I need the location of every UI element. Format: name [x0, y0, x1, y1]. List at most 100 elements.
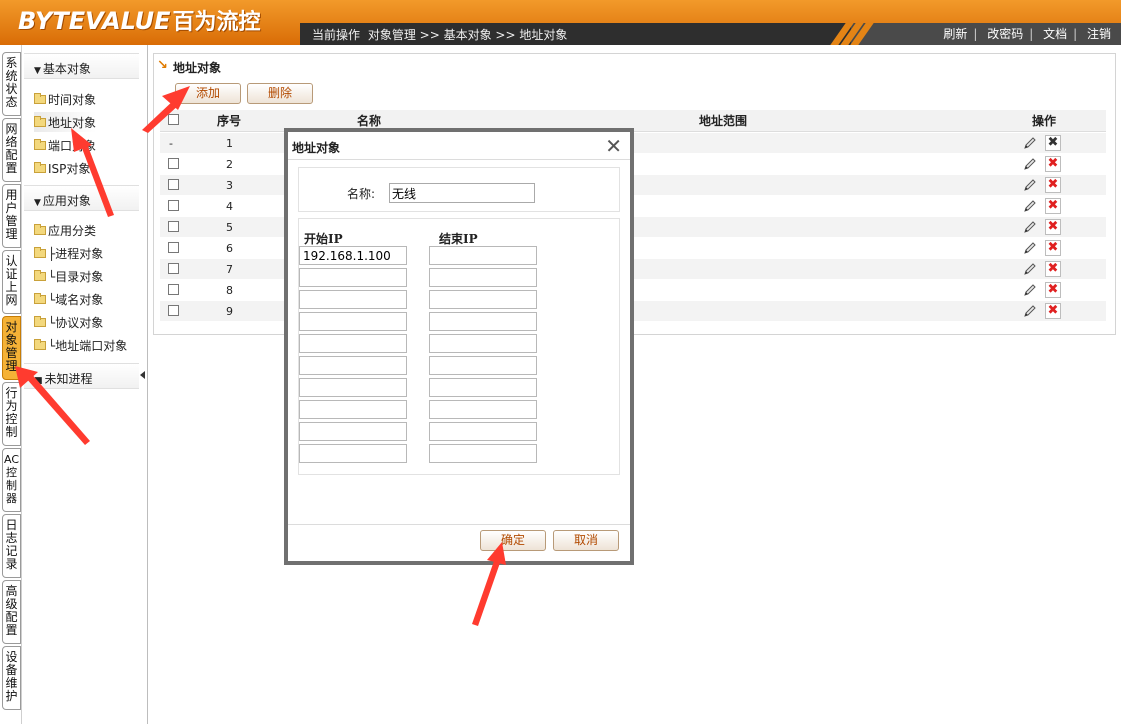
start-ip-input[interactable]	[299, 444, 407, 463]
tab-log-records[interactable]: 日志记录	[2, 514, 21, 578]
select-all-checkbox[interactable]	[168, 114, 179, 125]
tab-behavior-control[interactable]: 行为控制	[2, 382, 21, 446]
tree-item-app-category[interactable]: 应用分类	[34, 220, 96, 240]
delete-x-icon[interactable]: ✖	[1045, 240, 1061, 256]
edit-pencil-icon[interactable]	[1023, 283, 1037, 297]
tab-auth-internet[interactable]: 认证上网	[2, 250, 21, 314]
end-ip-input[interactable]	[429, 400, 537, 419]
breadcrumb-path: 对象管理 >> 基本对象 >> 地址对象	[367, 28, 568, 42]
change-password-link[interactable]: 改密码	[987, 27, 1023, 41]
edit-pencil-icon[interactable]	[1023, 136, 1037, 150]
edit-pencil-icon[interactable]	[1023, 241, 1037, 255]
delete-x-icon[interactable]: ✖	[1045, 219, 1061, 235]
close-icon[interactable]: ✕	[605, 136, 622, 156]
edit-pencil-icon[interactable]	[1023, 199, 1037, 213]
bullet-square-icon: ■	[34, 376, 43, 386]
collapse-arrow-icon[interactable]	[140, 371, 145, 379]
row-index: 4	[226, 200, 233, 213]
tree-section-label: 未知进程	[44, 372, 93, 386]
start-ip-input[interactable]	[299, 334, 407, 353]
tree-item-directory-object[interactable]: └目录对象	[34, 266, 103, 286]
column-operations: 操作	[1032, 114, 1057, 128]
top-links: 刷新 | 改密码 | 文档 | 注销	[943, 27, 1111, 41]
row-checkbox[interactable]	[168, 179, 179, 190]
tree-item-address-object[interactable]: 地址对象	[34, 112, 97, 132]
name-input[interactable]	[389, 183, 535, 203]
row-checkbox[interactable]	[168, 242, 179, 253]
docs-link[interactable]: 文档	[1043, 27, 1067, 41]
delete-button[interactable]: 删除	[247, 83, 313, 104]
end-ip-input[interactable]	[429, 378, 537, 397]
edit-pencil-icon[interactable]	[1023, 178, 1037, 192]
folder-icon	[34, 246, 46, 258]
delete-x-icon[interactable]: ✖	[1045, 261, 1061, 277]
row-dash: -	[169, 137, 173, 150]
row-checkbox[interactable]	[168, 158, 179, 169]
tab-user-management[interactable]: 用户管理	[2, 184, 21, 248]
end-ip-input[interactable]	[429, 422, 537, 441]
end-ip-input[interactable]	[429, 334, 537, 353]
delete-x-icon[interactable]: ✖	[1045, 303, 1061, 319]
tree-item-address-port-object[interactable]: └地址端口对象	[34, 335, 127, 355]
row-checkbox[interactable]	[168, 284, 179, 295]
edit-pencil-icon[interactable]	[1023, 220, 1037, 234]
delete-x-icon[interactable]: ✖	[1045, 156, 1061, 172]
start-ip-input[interactable]	[299, 312, 407, 331]
tree-item-time-object[interactable]: 时间对象	[34, 89, 96, 109]
column-index: 序号	[217, 114, 242, 128]
tree-section-basic[interactable]: ▼ 基本对象	[24, 53, 139, 79]
delete-x-icon[interactable]: ✖	[1045, 282, 1061, 298]
dialog-footer-divider	[288, 524, 630, 525]
cancel-button[interactable]: 取消	[553, 530, 619, 551]
tree-item-port-object[interactable]: 端口对象	[34, 135, 96, 155]
logout-link[interactable]: 注销	[1087, 27, 1111, 41]
confirm-button[interactable]: 确定	[480, 530, 546, 551]
tree-section-unknown-process[interactable]: ■ 未知进程	[24, 363, 139, 389]
start-ip-input[interactable]	[299, 378, 407, 397]
row-index: 3	[226, 179, 233, 192]
start-ip-input[interactable]	[299, 246, 407, 265]
end-ip-input[interactable]	[429, 444, 537, 463]
tree-item-domain-object[interactable]: └域名对象	[34, 289, 103, 309]
tree-item-process-object[interactable]: ├进程对象	[34, 243, 103, 263]
edit-pencil-icon[interactable]	[1023, 304, 1037, 318]
folder-icon	[34, 315, 46, 327]
row-index: 7	[226, 263, 233, 276]
tree-section-app[interactable]: ▼ 应用对象	[24, 185, 139, 211]
add-button[interactable]: 添加	[175, 83, 241, 104]
tree-section-label: 应用对象	[42, 194, 91, 208]
edit-pencil-icon[interactable]	[1023, 262, 1037, 276]
delete-x-icon[interactable]: ✖	[1045, 198, 1061, 214]
row-index: 6	[226, 242, 233, 255]
row-checkbox[interactable]	[168, 263, 179, 274]
name-section: 名称:	[298, 167, 620, 212]
row-checkbox[interactable]	[168, 305, 179, 316]
start-ip-input[interactable]	[299, 400, 407, 419]
ip-range-section: 开始IP 结束IP	[298, 218, 620, 475]
tree-item-protocol-object[interactable]: └协议对象	[34, 312, 103, 332]
end-ip-input[interactable]	[429, 246, 537, 265]
row-checkbox[interactable]	[168, 221, 179, 232]
end-ip-input[interactable]	[429, 312, 537, 331]
edit-pencil-icon[interactable]	[1023, 157, 1037, 171]
tab-network-config[interactable]: 网络配置	[2, 118, 21, 182]
tab-system-status[interactable]: 系统状态	[2, 52, 21, 116]
end-ip-input[interactable]	[429, 356, 537, 375]
start-ip-input[interactable]	[299, 356, 407, 375]
tab-ac-controller[interactable]: AC控制器	[2, 448, 21, 512]
start-ip-input[interactable]	[299, 290, 407, 309]
tab-device-maintenance[interactable]: 设备维护	[2, 646, 21, 710]
delete-x-icon[interactable]: ✖	[1045, 135, 1061, 151]
start-ip-input[interactable]	[299, 268, 407, 287]
refresh-link[interactable]: 刷新	[943, 27, 967, 41]
row-checkbox[interactable]	[168, 200, 179, 211]
delete-x-icon[interactable]: ✖	[1045, 177, 1061, 193]
tab-advanced-config[interactable]: 高级配置	[2, 580, 21, 644]
end-ip-input[interactable]	[429, 268, 537, 287]
panel-splitter[interactable]	[139, 45, 148, 724]
start-ip-input[interactable]	[299, 422, 407, 441]
tree-item-isp-object[interactable]: ISP对象	[34, 158, 90, 178]
end-ip-input[interactable]	[429, 290, 537, 309]
tab-object-management[interactable]: 对象管理	[2, 316, 21, 380]
row-index: 5	[226, 221, 233, 234]
